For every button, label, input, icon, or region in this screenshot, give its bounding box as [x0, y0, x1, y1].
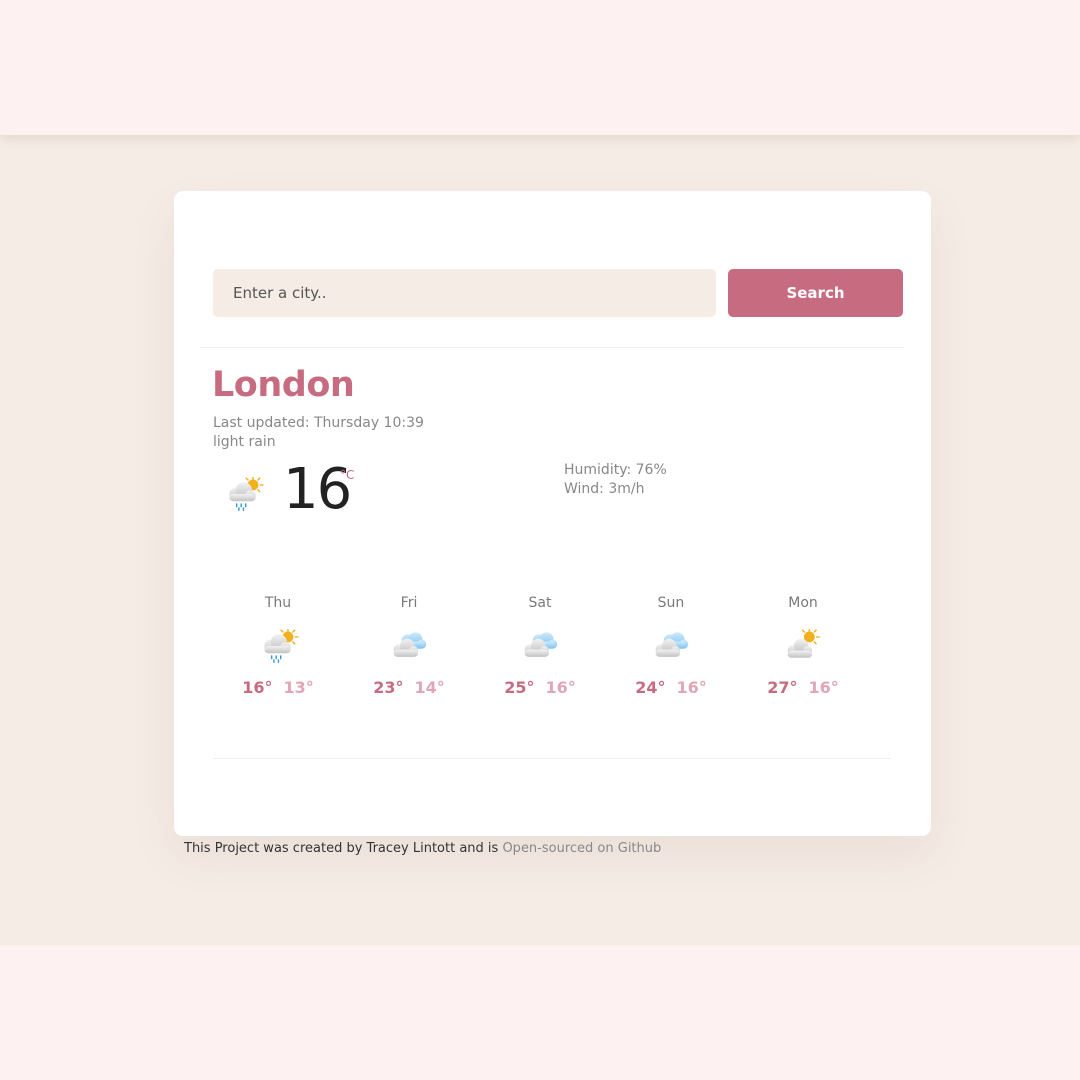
- forecast-temps: 23° 14°: [349, 678, 469, 697]
- divider: [200, 347, 904, 348]
- forecast-min-temp: 16°: [676, 678, 707, 697]
- divider: [213, 758, 891, 759]
- clouds-icon: [524, 632, 558, 657]
- forecast-day-name: Sat: [528, 595, 552, 611]
- footer: This Project was created by Tracey Linto…: [184, 841, 661, 856]
- forecast-max-temp: 25°: [504, 678, 535, 697]
- forecast-day-mon: Mon 27° 16°: [743, 595, 863, 697]
- rain-sun-cloud-icon: [229, 476, 264, 512]
- forecast-min-temp: 16°: [545, 678, 576, 697]
- search-input[interactable]: [213, 269, 716, 317]
- footer-text: This Project was created by Tracey Linto…: [184, 841, 499, 856]
- forecast-day-thu: Thu 16° 13°: [218, 595, 338, 697]
- forecast-max-temp: 23°: [373, 678, 404, 697]
- celsius-unit-link[interactable]: °C: [340, 468, 354, 482]
- forecast-day-sat: Sat 25° 16°: [480, 595, 600, 697]
- forecast-min-temp: 13°: [283, 678, 314, 697]
- last-updated-label: Last updated:: [213, 415, 310, 431]
- wind-value: 3m/h: [608, 481, 645, 497]
- forecast-max-temp: 27°: [767, 678, 798, 697]
- forecast-temps: 27° 16°: [743, 678, 863, 697]
- forecast-max-temp: 16°: [242, 678, 273, 697]
- forecast-day-name: Mon: [788, 595, 818, 611]
- forecast-temps: 16° 13°: [218, 678, 338, 697]
- sun-cloud-icon: [787, 628, 821, 658]
- search-button[interactable]: Search: [728, 269, 903, 317]
- weather-description: light rain: [213, 434, 276, 450]
- forecast-day-sun: Sun 24° 16°: [611, 595, 731, 697]
- forecast-day-name: Thu: [264, 595, 292, 611]
- github-link[interactable]: Open-sourced on Github: [502, 841, 661, 856]
- forecast-day-fri: Fri 23° 14°: [349, 595, 469, 697]
- forecast-temps: 25° 16°: [480, 678, 600, 697]
- rain-sun-cloud-icon: [264, 628, 299, 664]
- wind: Wind: 3m/h: [564, 481, 645, 497]
- humidity: Humidity: 76%: [564, 462, 667, 478]
- forecast-day-name: Fri: [400, 595, 418, 611]
- forecast-min-temp: 14°: [414, 678, 445, 697]
- city-name: London: [212, 365, 355, 405]
- clouds-icon: [655, 632, 689, 657]
- weather-card: Search London Last updated: Thursday 10:…: [174, 191, 931, 836]
- forecast-temps: 24° 16°: [611, 678, 731, 697]
- current-temperature: 16: [283, 457, 352, 522]
- forecast-max-temp: 24°: [635, 678, 666, 697]
- bottom-band: [0, 945, 1080, 1080]
- humidity-value: 76%: [635, 462, 667, 478]
- wind-label: Wind:: [564, 481, 604, 497]
- top-band: [0, 0, 1080, 135]
- forecast-day-name: Sun: [657, 595, 685, 611]
- last-updated-time: Thursday 10:39: [314, 415, 424, 431]
- humidity-label: Humidity:: [564, 462, 632, 478]
- clouds-icon: [393, 632, 427, 657]
- last-updated: Last updated: Thursday 10:39: [213, 415, 424, 431]
- forecast-min-temp: 16°: [808, 678, 839, 697]
